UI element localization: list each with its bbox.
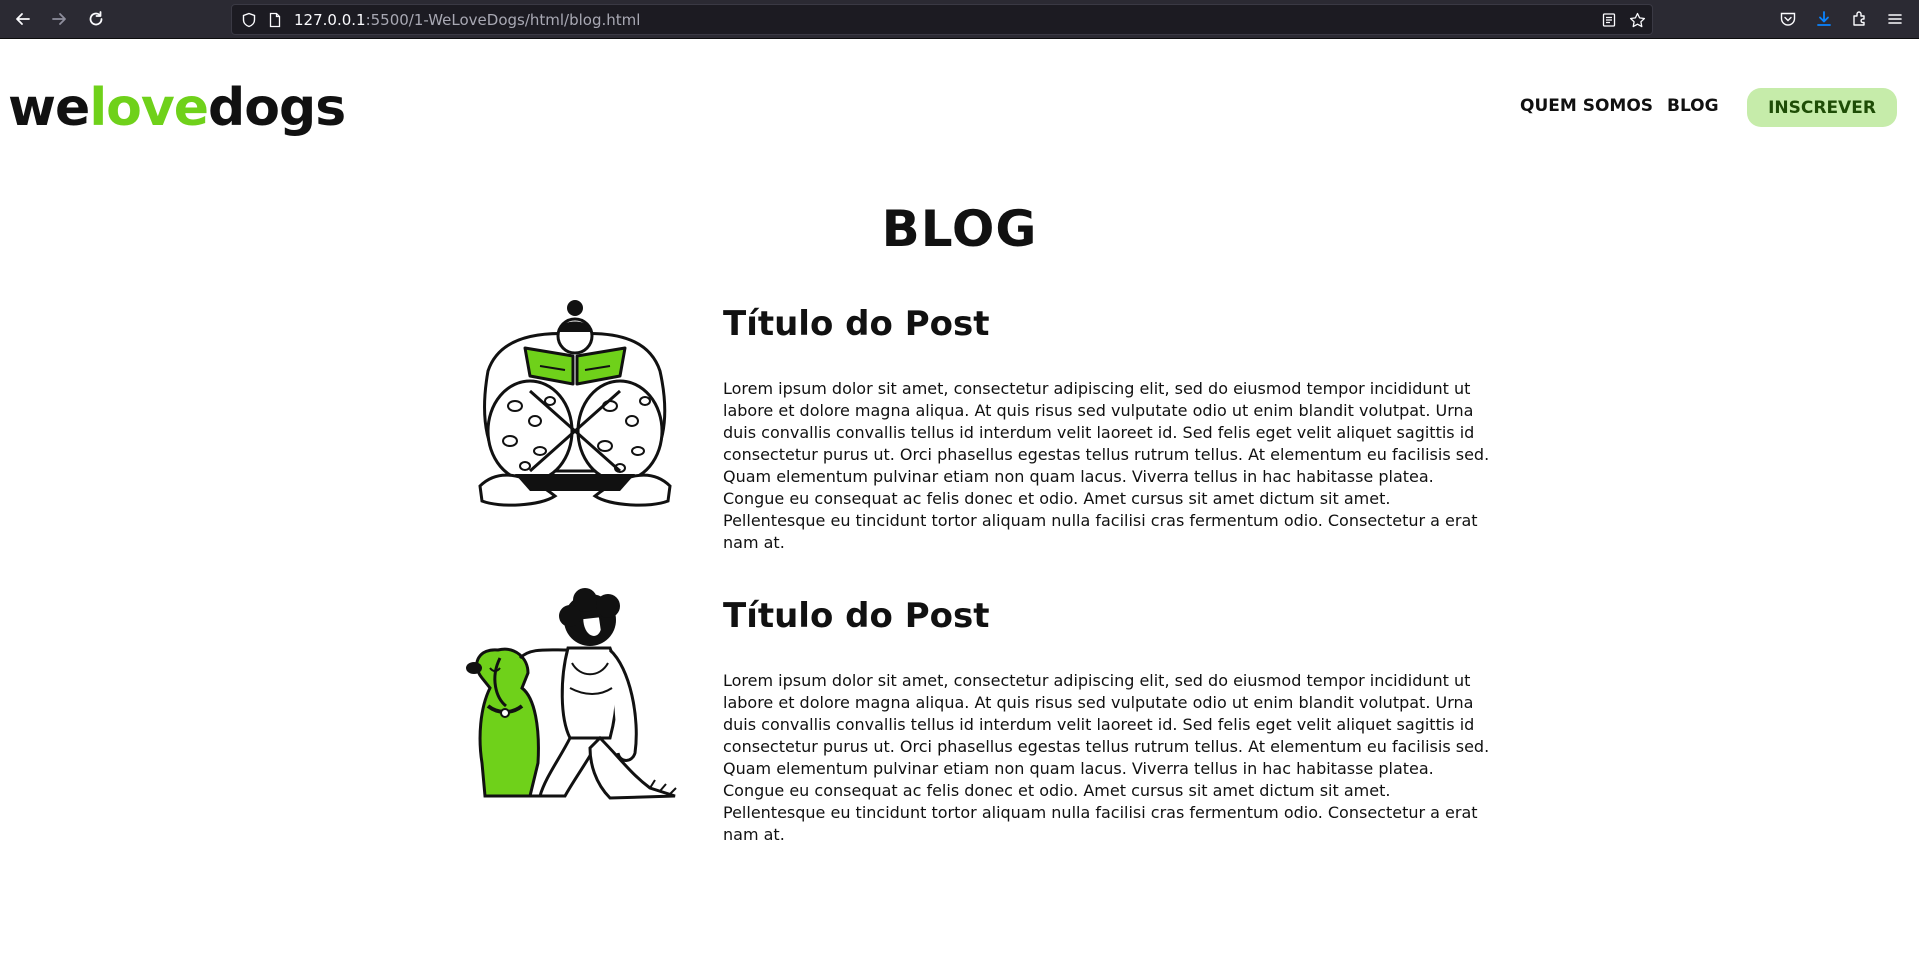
back-arrow-icon[interactable] <box>10 6 36 32</box>
download-icon[interactable] <box>1812 7 1836 31</box>
forward-arrow-icon[interactable] <box>46 6 72 32</box>
url-path: :5500/1-WeLoveDogs/html/blog.html <box>365 11 641 29</box>
reload-icon[interactable] <box>83 6 109 32</box>
blog-post: Título do Post Lorem ipsum dolor sit ame… <box>460 588 1490 844</box>
post-title: Título do Post <box>723 304 990 344</box>
nav-link-blog[interactable]: BLOG <box>1667 96 1719 116</box>
page-title: BLOG <box>881 200 1038 258</box>
post-title: Título do Post <box>723 596 990 636</box>
pocket-icon[interactable] <box>1776 7 1800 31</box>
subscribe-button[interactable]: INSCREVER <box>1747 88 1897 127</box>
url-host: 127.0.0.1 <box>294 11 366 29</box>
bookmark-star-icon[interactable] <box>1628 11 1646 29</box>
url-text[interactable]: 127.0.0.1:5500/1-WeLoveDogs/html/blog.ht… <box>294 11 640 29</box>
page-icon <box>266 11 284 29</box>
site-logo[interactable]: welovedogs <box>8 78 346 138</box>
post-body: Lorem ipsum dolor sit amet, consectetur … <box>723 379 1490 552</box>
blog-post: Título do Post Lorem ipsum dolor sit ame… <box>460 296 1490 552</box>
browser-toolbar: 127.0.0.1:5500/1-WeLoveDogs/html/blog.ht… <box>0 0 1919 39</box>
woman-with-dog-illustration <box>460 588 690 818</box>
logo-love: love <box>89 78 209 138</box>
extensions-icon[interactable] <box>1848 7 1872 31</box>
post-body: Lorem ipsum dolor sit amet, consectetur … <box>723 671 1490 844</box>
nav-link-quem-somos[interactable]: QUEM SOMOS <box>1520 96 1653 116</box>
reading-person-illustration <box>460 296 690 526</box>
url-bar[interactable]: 127.0.0.1:5500/1-WeLoveDogs/html/blog.ht… <box>231 4 1653 35</box>
shield-icon[interactable] <box>240 11 258 29</box>
menu-icon[interactable] <box>1883 7 1907 31</box>
logo-we: we <box>8 78 90 138</box>
logo-dogs: dogs <box>208 78 346 138</box>
reader-view-icon[interactable] <box>1600 11 1618 29</box>
